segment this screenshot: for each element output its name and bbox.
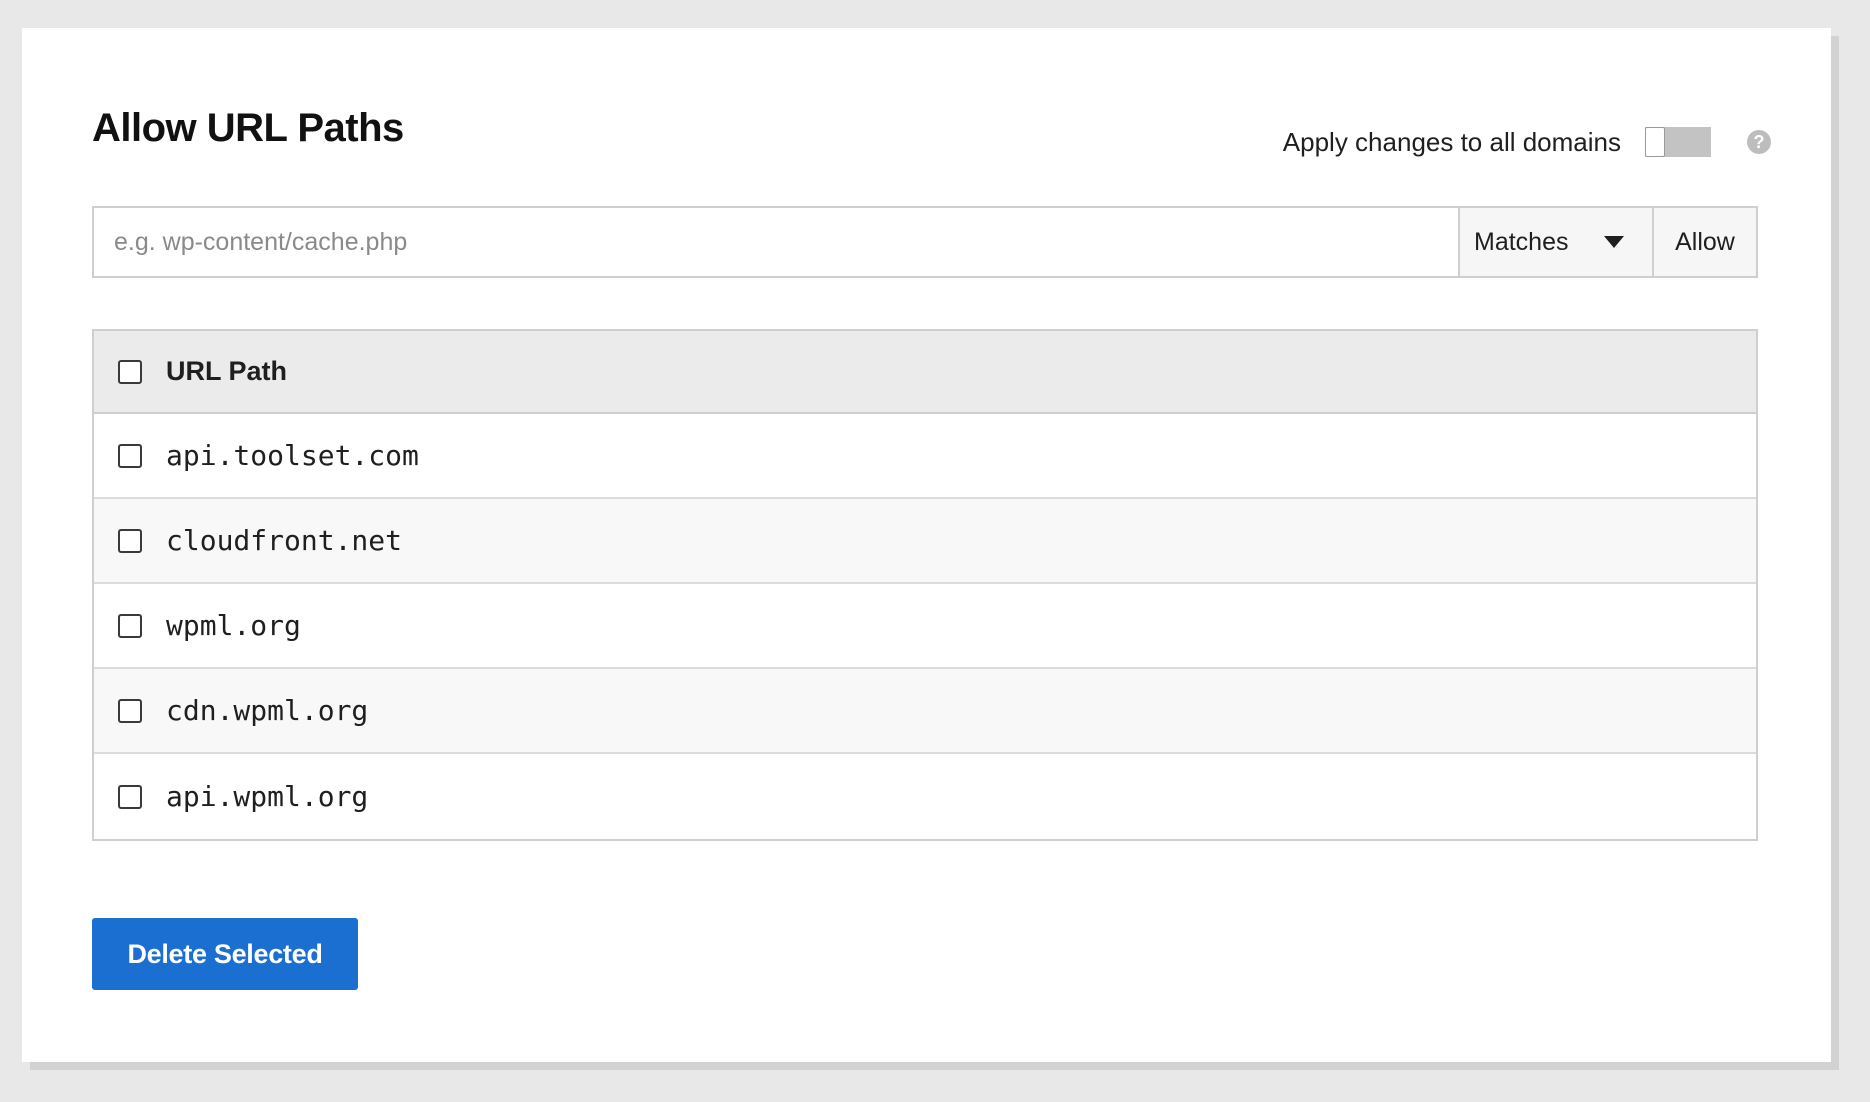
toggle-knob (1645, 127, 1665, 157)
url-path-cell: api.wpml.org (166, 780, 369, 813)
table-row: api.toolset.com (94, 414, 1756, 499)
apply-all-domains-control: Apply changes to all domains ? (1283, 122, 1771, 162)
caret-down-icon (1604, 236, 1624, 248)
url-path-cell: cloudfront.net (166, 524, 403, 557)
delete-selected-button[interactable]: Delete Selected (92, 918, 358, 990)
url-path-cell: wpml.org (166, 609, 301, 642)
row-checkbox[interactable] (118, 443, 142, 468)
row-checkbox[interactable] (118, 784, 142, 809)
table-row: cloudfront.net (94, 499, 1756, 584)
url-path-input[interactable] (94, 208, 1458, 276)
url-path-table: URL Path api.toolset.com cloudfront.net … (92, 329, 1758, 841)
select-all-checkbox[interactable] (118, 359, 142, 384)
table-row: wpml.org (94, 584, 1756, 669)
allow-url-paths-panel: Allow URL Paths Apply changes to all dom… (22, 28, 1831, 1062)
match-type-selected: Matches (1474, 227, 1569, 256)
table-row: api.wpml.org (94, 754, 1756, 839)
add-path-form: Matches Allow (92, 206, 1758, 278)
row-checkbox[interactable] (118, 698, 142, 723)
url-path-cell: cdn.wpml.org (166, 694, 369, 727)
match-type-select[interactable]: Matches (1458, 208, 1652, 276)
url-path-cell: api.toolset.com (166, 439, 419, 472)
row-checkbox[interactable] (118, 528, 142, 553)
table-header: URL Path (94, 331, 1756, 414)
column-header-url-path: URL Path (166, 356, 288, 386)
help-circle-icon[interactable]: ? (1747, 130, 1771, 154)
row-checkbox[interactable] (118, 613, 142, 638)
apply-all-domains-toggle[interactable] (1645, 127, 1711, 157)
apply-all-domains-label: Apply changes to all domains (1282, 126, 1621, 157)
table-row: cdn.wpml.org (94, 669, 1756, 754)
allow-button[interactable]: Allow (1652, 208, 1756, 276)
page-title: Allow URL Paths (92, 106, 404, 150)
